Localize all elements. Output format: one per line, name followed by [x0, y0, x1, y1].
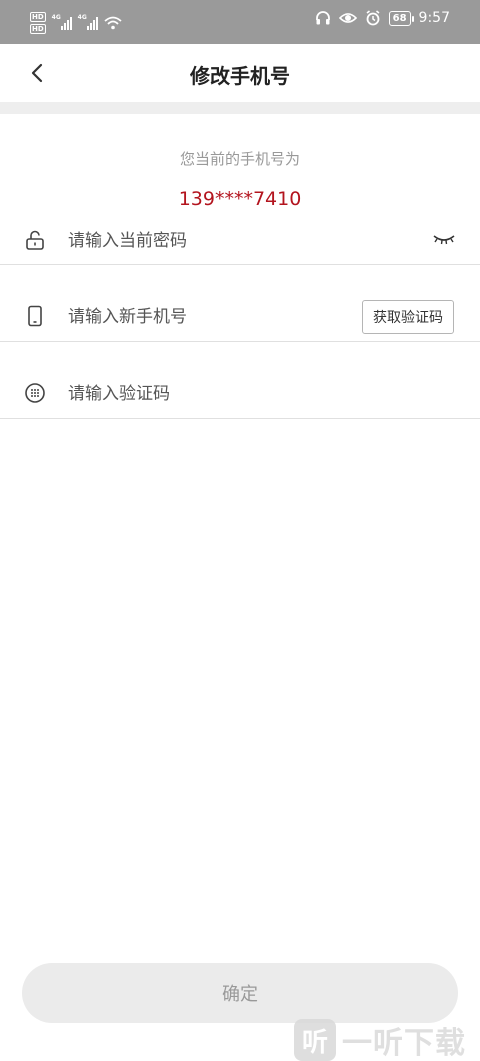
- eye-icon: [338, 13, 357, 23]
- confirm-button[interactable]: 确定: [22, 963, 458, 1023]
- eye-closed-icon[interactable]: [432, 232, 456, 246]
- signal-icon-2: 4G: [77, 14, 98, 30]
- new-phone-row: 获取验证码: [0, 265, 480, 342]
- status-right: 68 9:57: [315, 10, 450, 26]
- hd-indicators: HD HD: [30, 12, 46, 34]
- code-input[interactable]: [68, 379, 328, 409]
- network-type-2: 4G: [77, 14, 87, 21]
- status-left: HD HD 4G 4G: [30, 12, 122, 34]
- status-time: 9:57: [418, 10, 450, 26]
- keypad-icon: [25, 383, 45, 403]
- current-phone-label: 您当前的手机号为: [179, 150, 300, 168]
- status-bar: HD HD 4G 4G 68 9:57: [0, 0, 480, 44]
- unlock-icon: [26, 230, 44, 250]
- watermark-text: 一听下载: [342, 1026, 466, 1061]
- section-divider: [0, 102, 480, 114]
- headphones-icon: [315, 11, 330, 25]
- battery-icon: 68: [388, 10, 414, 26]
- password-input[interactable]: [68, 226, 328, 256]
- watermark: 听 一听下载: [294, 1018, 466, 1061]
- password-row: [0, 218, 480, 265]
- signal-icon-1: 4G: [51, 14, 72, 30]
- new-phone-input[interactable]: [68, 302, 328, 332]
- hd-badge-2: HD: [30, 24, 46, 34]
- nav-header: 修改手机号: [0, 44, 480, 102]
- current-phone-number: 139****7410: [178, 188, 302, 210]
- get-code-button[interactable]: 获取验证码: [362, 300, 454, 334]
- phone-icon: [28, 305, 42, 327]
- page-title: 修改手机号: [190, 64, 290, 88]
- hd-badge-1: HD: [30, 12, 46, 22]
- wifi-icon: [104, 16, 122, 30]
- code-row: [0, 342, 480, 419]
- network-type-1: 4G: [51, 14, 61, 21]
- watermark-logo: 听: [294, 1019, 336, 1061]
- alarm-icon: [366, 10, 380, 26]
